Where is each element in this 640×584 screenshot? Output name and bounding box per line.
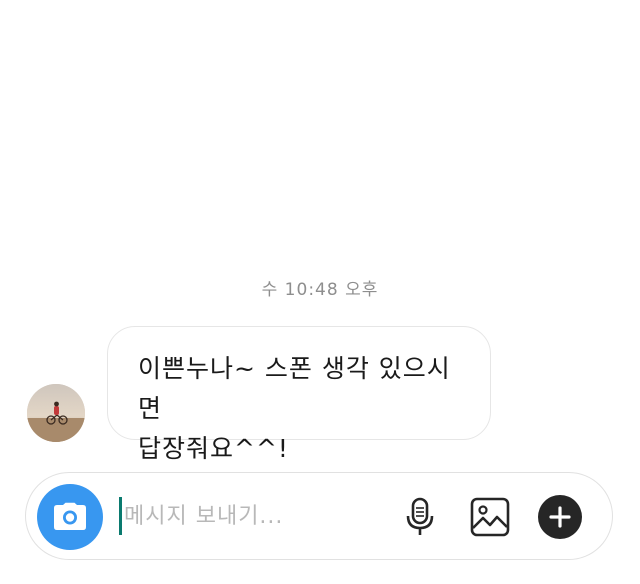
image-icon <box>470 497 510 537</box>
camera-icon <box>54 502 86 530</box>
message-composer <box>25 472 613 560</box>
message-line-2: 답장줘요^^! <box>138 434 289 463</box>
more-options-button[interactable] <box>538 495 582 539</box>
gallery-button[interactable] <box>468 495 512 539</box>
microphone-icon <box>406 497 434 535</box>
message-timestamp: 수 10:48 오후 <box>261 280 379 300</box>
message-input[interactable] <box>122 495 374 537</box>
message-bubble[interactable]: 이쁜누나~ 스폰 생각 있으시면 답장줘요^^! <box>107 326 491 463</box>
voice-message-button[interactable] <box>398 495 442 539</box>
avatar[interactable] <box>27 384 85 442</box>
dm-thread-screen: 수 10:48 오후 이쁜누나~ 스폰 생각 있으시면 답장줘요^^! 메시지 … <box>0 0 640 584</box>
profile-photo-icon <box>27 384 85 442</box>
incoming-message-row: 이쁜누나~ 스폰 생각 있으시면 답장줘요^^! <box>27 326 507 463</box>
plus-icon <box>549 506 571 528</box>
camera-button[interactable] <box>37 484 103 550</box>
message-line-1: 이쁜누나~ 스폰 생각 있으시면 <box>138 354 451 423</box>
